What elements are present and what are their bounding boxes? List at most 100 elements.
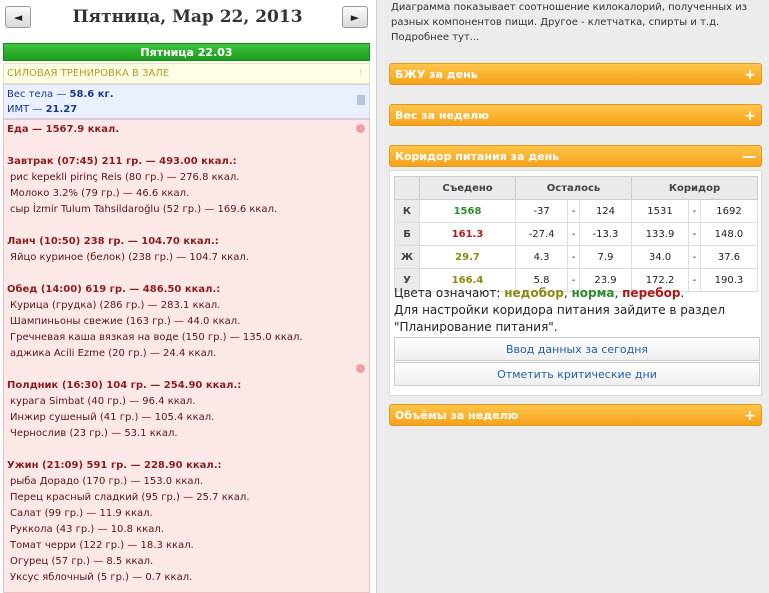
enter-today-button[interactable]: Ввод данных за сегодня: [394, 337, 760, 361]
panel-title: Коридор питания за день: [395, 150, 560, 163]
food-item[interactable]: сыр İzmir Tulum Tahsildaroğlu (52 гр.) —…: [7, 202, 366, 218]
food-log[interactable]: Еда — 1567.9 ккал. Завтрак (07:45) 211 г…: [3, 119, 370, 593]
bmi-row: ИМТ — 21.27: [7, 102, 366, 117]
weight-label: Вес тела —: [7, 89, 70, 100]
meal-title[interactable]: Обед (14:00) 619 гр. — 486.50 ккал.:: [7, 282, 366, 298]
color-legend: Цвета означают: недобор, норма, перебор.…: [394, 285, 758, 336]
weight-value: 58.6 кг.: [69, 89, 114, 100]
food-total: Еда — 1567.9 ккал.: [7, 124, 120, 135]
bmi-value: 21.27: [45, 104, 78, 115]
corridor-max: 37.6: [699, 245, 759, 269]
left-min: -27.4: [515, 222, 569, 246]
food-item[interactable]: Томат черри (122 гр.) — 18.3 ккал.: [7, 538, 366, 554]
food-item[interactable]: Руккола (43 гр.) — 10.8 ккал.: [7, 522, 366, 538]
panel-title: Объёмы за неделю: [395, 409, 519, 422]
corridor-row: К 1568 -37-124 1531-1692: [394, 199, 759, 223]
panel-bju-header[interactable]: БЖУ за день +: [389, 63, 762, 85]
more-link[interactable]: Подробнее тут...: [391, 30, 761, 45]
food-item[interactable]: Гречневая каша вязкая на воде (150 гр.) …: [7, 330, 366, 346]
panel-corridor-header[interactable]: Коридор питания за день —: [389, 145, 762, 167]
food-item[interactable]: Яйцо куриное (белок) (238 гр.) — 104.7 к…: [7, 250, 366, 266]
food-item[interactable]: Шампиньоны свежие (163 гр.) — 44.0 ккал.: [7, 314, 366, 330]
chart-description: Диаграмма показывает соотношение килокал…: [391, 0, 761, 45]
food-item[interactable]: Инжир сушеный (41 гр.) — 105.4 ккал.: [7, 410, 366, 426]
legend-line: Цвета означают: недобор, норма, перебор.: [394, 285, 758, 302]
food-item[interactable]: курага Simbat (40 гр.) — 96.4 ккал.: [7, 394, 366, 410]
training-label: СИЛОВАЯ ТРЕНИРОВКА В ЗАЛЕ: [7, 68, 170, 79]
panel-weight-week-header[interactable]: Вес за неделю +: [389, 104, 762, 126]
apple-icon: [356, 364, 365, 373]
meal-title[interactable]: Полдник (16:30) 104 гр. — 254.90 ккал.:: [7, 378, 366, 394]
left-min: -37: [515, 199, 569, 223]
food-item[interactable]: Молоко 3.2% (79 гр.) — 46.6 ккал.: [7, 186, 366, 202]
corridor-row: Б 161.3 -27.4- -13.3 133.9-148.0: [394, 222, 759, 246]
next-day-button[interactable]: ►: [342, 6, 368, 28]
eaten-value: 29.7: [418, 245, 517, 269]
row-label: Ж: [394, 245, 420, 269]
meal-title[interactable]: Ланч (10:50) 238 гр. — 104.70 ккал.:: [7, 234, 366, 250]
sidebar: Диаграмма показывает соотношение килокал…: [376, 0, 769, 593]
food-item[interactable]: рис kepekli pirinç Reis (80 гр.) — 276.8…: [7, 170, 366, 186]
corridor-max: 148.0: [699, 222, 759, 246]
panel-title: БЖУ за день: [395, 68, 478, 81]
corridor-max: 1692: [699, 199, 759, 223]
weight-row: Вес тела — 58.6 кг.: [7, 87, 366, 102]
day-header: Пятница 22.03: [3, 43, 370, 61]
legend-line-3: "Планирование питания".: [394, 320, 558, 334]
food-item[interactable]: Чернослив (23 гр.) — 53.1 ккал.: [7, 426, 366, 442]
day-panel: ◄ Пятница, Мар 22, 2013 ► Пятница 22.03 …: [0, 0, 373, 593]
legend-over: перебор: [622, 286, 681, 300]
corner-header: [394, 176, 420, 200]
food-item[interactable]: Огурец (57 гр.) — 8.5 ккал.: [7, 554, 366, 570]
eaten-value: 161.3: [418, 222, 517, 246]
legend-line-2: Для настройки коридора питания зайдите в…: [394, 303, 725, 317]
legend-norm: норма: [571, 286, 615, 300]
dash: -: [567, 245, 580, 269]
row-label: Б: [394, 222, 420, 246]
dash: -: [567, 199, 580, 223]
description-line: разных компонентов пищи. Другое - клетча…: [391, 17, 720, 28]
corridor-row: Ж 29.7 4.3-7.9 34.0-37.6: [394, 245, 759, 269]
legend-sep: ,: [614, 286, 623, 300]
corridor-min: 133.9: [630, 222, 690, 246]
col-header-eaten: Съедено: [418, 176, 517, 200]
col-header-corridor: Коридор: [631, 176, 758, 200]
food-item[interactable]: Уксус яблочный (5 гр.) — 0.7 ккал.: [7, 570, 366, 586]
legend-end: .: [680, 286, 685, 300]
corridor-min: 1531: [630, 199, 690, 223]
meal-title[interactable]: Ужин (21:09) 591 гр. — 228.90 ккал.:: [7, 458, 366, 474]
food-item[interactable]: рыба Дорадо (170 гр.) — 153.0 ккал.: [7, 474, 366, 490]
prev-day-button[interactable]: ◄: [5, 6, 31, 28]
training-row[interactable]: СИЛОВАЯ ТРЕНИРОВКА В ЗАЛЕ !: [3, 63, 370, 84]
left-max: 7.9: [578, 245, 633, 269]
left-min: 4.3: [515, 245, 569, 269]
mark-critical-days-button[interactable]: Отметить критические дни: [394, 362, 760, 386]
bmi-label: ИМТ —: [7, 104, 46, 115]
expand-icon[interactable]: +: [744, 64, 756, 86]
corridor-panel: Съедено Осталось Коридор К 1568 -37-124 153…: [389, 170, 762, 396]
food-item[interactable]: Салат (99 гр.) — 11.9 ккал.: [7, 506, 366, 522]
meal-title[interactable]: Завтрак (07:45) 211 гр. — 493.00 ккал.:: [7, 154, 366, 170]
body-metrics[interactable]: Вес тела — 58.6 кг. ИМТ — 21.27: [3, 84, 370, 119]
expand-icon[interactable]: +: [744, 405, 756, 427]
col-header-left: Осталось: [515, 176, 632, 200]
food-item[interactable]: аджика Acili Ezme (20 гр.) — 24.4 ккал.: [7, 346, 366, 362]
dash: -: [688, 199, 701, 223]
corridor-min: 34.0: [630, 245, 690, 269]
food-item[interactable]: Перец красный сладкий (95 гр.) — 25.7 кк…: [7, 490, 366, 506]
corridor-table: Съедено Осталось Коридор К 1568 -37-124 153…: [394, 176, 759, 292]
eaten-value: 1568: [418, 199, 517, 223]
dash: -: [567, 222, 580, 246]
row-label: К: [394, 199, 420, 223]
panel-volumes-header[interactable]: Объёмы за неделю +: [389, 404, 762, 426]
expand-icon[interactable]: +: [744, 105, 756, 127]
trash-icon[interactable]: [357, 95, 365, 105]
description-line: Диаграмма показывает соотношение килокал…: [391, 2, 748, 13]
legend-under: недобор: [504, 286, 564, 300]
panel-title: Вес за неделю: [395, 109, 489, 122]
dash: -: [688, 222, 701, 246]
apple-icon: [356, 124, 365, 133]
food-item[interactable]: Курица (грудка) (286 гр.) — 283.1 ккал.: [7, 298, 366, 314]
page-title: Пятница, Мар 22, 2013: [72, 7, 303, 27]
collapse-icon[interactable]: —: [742, 146, 756, 168]
